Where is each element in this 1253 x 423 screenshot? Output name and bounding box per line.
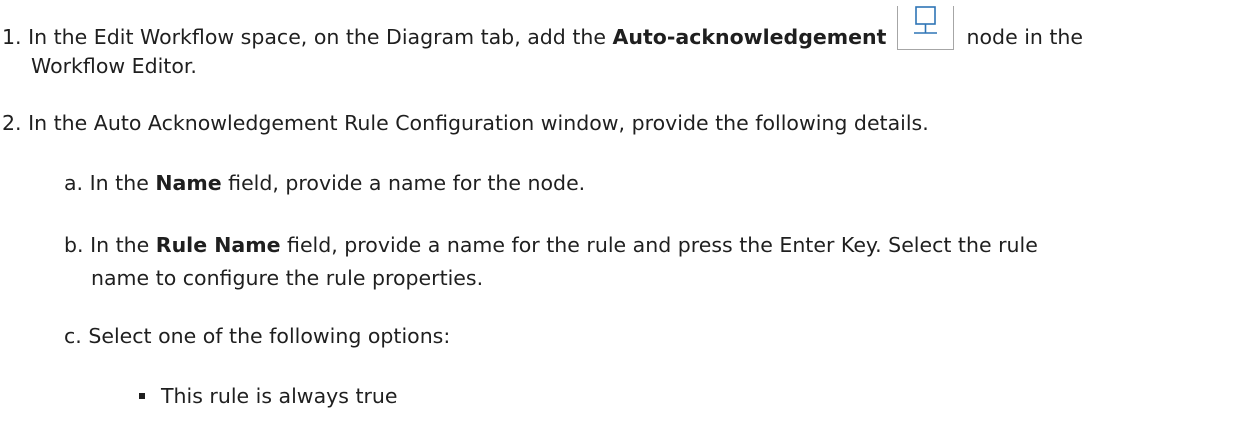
step-1-bold-node-name: Auto-acknowledgement	[612, 25, 887, 49]
substep-a-before: In the	[89, 171, 149, 195]
substep-a-bold-field: Name	[155, 171, 222, 195]
substep-c-text: Select one of the following options:	[88, 324, 451, 348]
substep-a-after: field, provide a name for the node.	[228, 171, 586, 195]
substep-b-letter: b.	[64, 233, 84, 257]
instructions-document: 1. In the Edit Workflow space, on the Di…	[0, 0, 1253, 423]
option-always-true: This rule is always true	[161, 384, 398, 408]
option-bullet-item: This rule is always true	[139, 383, 398, 409]
substep-c-line: c. Select one of the following options:	[64, 323, 450, 349]
step-2-line: 2. In the Auto Acknowledgement Rule Conf…	[2, 110, 929, 136]
substep-a-letter: a.	[64, 171, 84, 195]
substep-b-before: In the	[90, 233, 150, 257]
step-1-text-after: node in the	[966, 25, 1084, 49]
monitor-node-icon	[896, 6, 954, 50]
bullet-marker	[139, 393, 145, 399]
substep-b-line-1: b. In the Rule Name field, provide a nam…	[64, 232, 1038, 258]
substep-b-after: field, provide a name for the rule and p…	[287, 233, 1038, 257]
substep-b-bold-field: Rule Name	[155, 233, 281, 257]
substep-a-line: a. In the Name field, provide a name for…	[64, 170, 585, 196]
step-1-line-1: 1. In the Edit Workflow space, on the Di…	[2, 6, 1084, 50]
step-2-number: 2.	[2, 111, 22, 135]
step-2-text: In the Auto Acknowledgement Rule Configu…	[28, 111, 929, 135]
step-1-line-2: Workflow Editor.	[31, 54, 197, 78]
substep-b-line-2: name to configure the rule properties.	[91, 266, 484, 290]
step-1-number: 1.	[2, 25, 22, 49]
step-1-text-before: In the Edit Workflow space, on the Diagr…	[28, 25, 606, 49]
substep-c-letter: c.	[64, 324, 82, 348]
